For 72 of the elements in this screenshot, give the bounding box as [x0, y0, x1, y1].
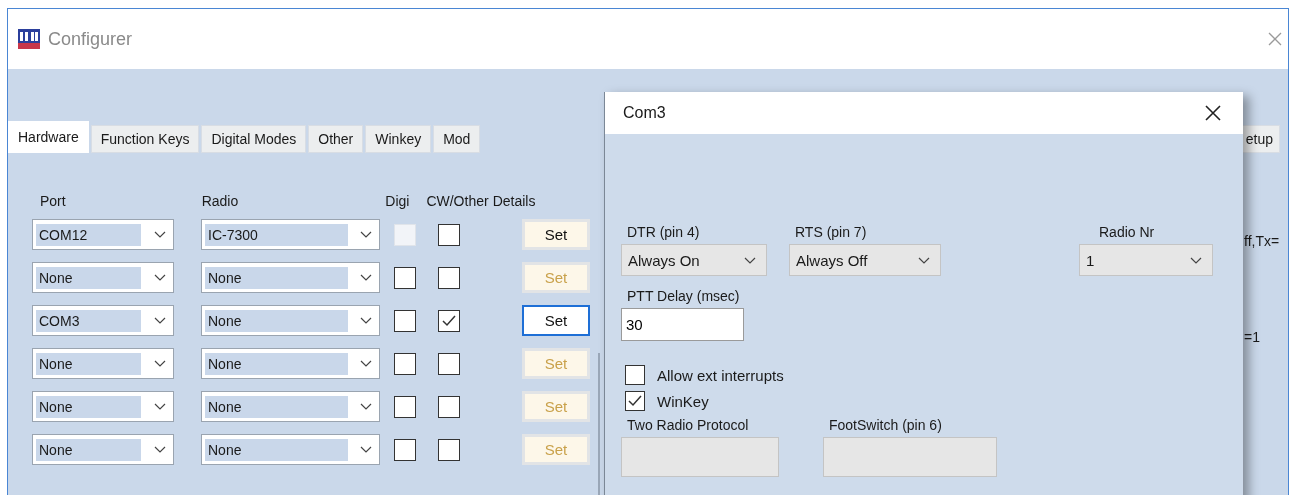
dialog-title: Com3 — [623, 104, 666, 122]
checkbox-label: WinKey — [657, 392, 709, 410]
port-dropdown[interactable]: None — [32, 262, 174, 293]
port-dropdown[interactable]: COM3 — [32, 305, 174, 336]
tab[interactable]: Digital Modes — [201, 125, 307, 153]
checkbox[interactable] — [438, 266, 460, 289]
setting-text: =1 — [1244, 329, 1260, 345]
tab[interactable]: Hardware — [8, 121, 89, 153]
checkbox[interactable] — [438, 352, 460, 375]
set-button[interactable]: Set — [522, 305, 590, 336]
chevron-icon — [154, 360, 166, 367]
checkbox[interactable] — [394, 438, 416, 461]
radio-dropdown[interactable]: None — [201, 391, 380, 422]
radio-dropdown[interactable]: None — [201, 434, 380, 465]
column-header: Details — [492, 193, 536, 211]
chevron-icon — [154, 274, 166, 281]
chevron-icon — [360, 274, 372, 281]
chevron-icon — [360, 403, 372, 410]
chevron-icon — [154, 317, 166, 324]
radio-dropdown[interactable]: None — [201, 348, 380, 379]
field-label: RTS (pin 7) — [794, 224, 868, 240]
port-dropdown[interactable]: None — [32, 391, 174, 422]
checkbox[interactable] — [438, 223, 460, 246]
checkbox[interactable] — [625, 365, 645, 385]
chevron-icon — [154, 403, 166, 410]
checkbox[interactable] — [438, 309, 460, 332]
tab[interactable]: Winkey — [365, 125, 432, 153]
port-dropdown[interactable]: None — [32, 348, 174, 379]
checkbox[interactable] — [394, 309, 416, 332]
tab[interactable]: Function Keys — [90, 125, 200, 153]
tab[interactable]: Other — [308, 125, 364, 153]
column-header: Digi — [385, 193, 410, 211]
checkbox[interactable] — [438, 438, 460, 461]
ptt-delay-field[interactable]: 30 — [621, 308, 744, 341]
field-label: PTT Delay (msec) — [626, 288, 741, 304]
chevron-icon — [360, 231, 372, 238]
chevron-icon — [1190, 256, 1202, 264]
chevron-icon — [154, 231, 166, 238]
checkbox[interactable] — [438, 395, 460, 418]
field-label: DTR (pin 4) — [626, 224, 701, 240]
radio-dropdown[interactable]: IC-7300 — [201, 219, 380, 250]
field-label: Radio Nr — [1098, 224, 1156, 240]
column-header: CW/Other — [426, 193, 489, 211]
column-header: Radio — [201, 193, 239, 211]
close-icon[interactable] — [1205, 105, 1221, 121]
chevron-icon — [744, 256, 756, 264]
checkbox[interactable] — [625, 391, 645, 411]
checkbox[interactable] — [394, 266, 416, 289]
checkbox[interactable] — [394, 352, 416, 375]
radio-dropdown[interactable]: None — [201, 262, 380, 293]
checkbox[interactable] — [394, 395, 416, 418]
column-header: Port — [40, 193, 66, 211]
chevron-icon — [918, 256, 930, 264]
checkbox-label: Allow ext interrupts — [657, 366, 784, 384]
chevron-icon — [360, 360, 372, 367]
chevron-icon — [360, 446, 372, 453]
rts-dropdown[interactable]: Always Off — [789, 244, 941, 276]
port-dropdown[interactable]: COM12 — [32, 219, 174, 250]
footswitch-dropdown[interactable] — [823, 437, 997, 477]
radio-dropdown[interactable]: None — [201, 305, 380, 336]
window-title: Configurer — [48, 28, 133, 50]
chevron-icon — [154, 446, 166, 453]
tab[interactable]: Mod — [433, 125, 481, 153]
field-label: Two Radio Protocol — [626, 417, 750, 433]
app-logo-icon — [18, 29, 40, 49]
radio-nr-dropdown[interactable]: 1 — [1079, 244, 1213, 276]
setting-text: ff,Tx= — [1244, 233, 1280, 249]
port-dropdown[interactable]: None — [32, 434, 174, 465]
field-label: FootSwitch (pin 6) — [828, 417, 943, 433]
dtr-dropdown[interactable]: Always On — [621, 244, 767, 276]
set-button[interactable]: Set — [522, 219, 590, 250]
chevron-icon — [360, 317, 372, 324]
